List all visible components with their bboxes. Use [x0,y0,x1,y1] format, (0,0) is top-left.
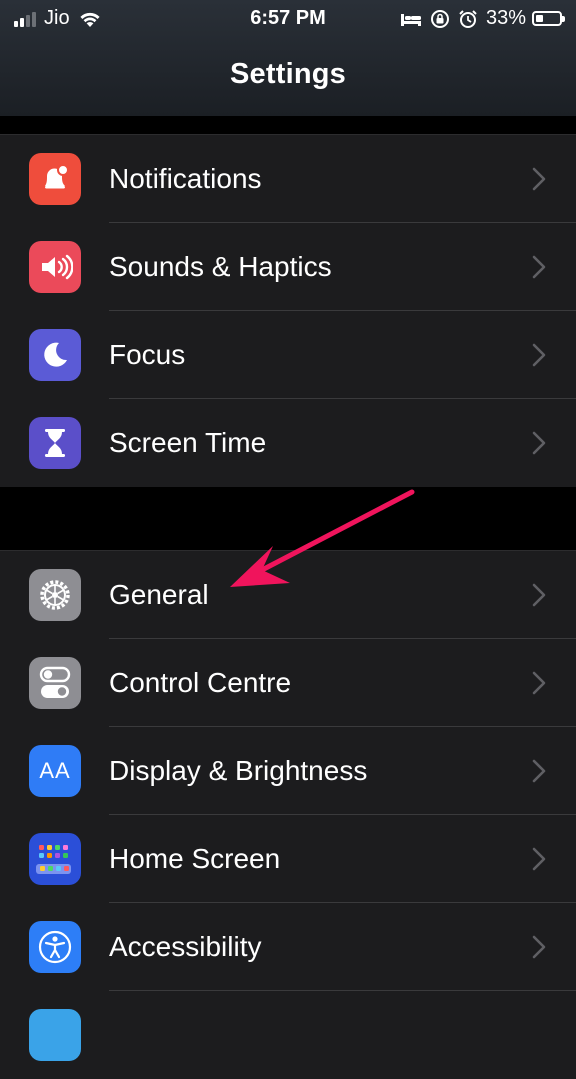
settings-row-home-screen[interactable]: Home Screen [0,815,576,903]
orientation-lock-icon [430,9,449,28]
settings-row-notifications[interactable]: Notifications [0,135,576,223]
settings-row-control-centre[interactable]: Control Centre [0,639,576,727]
settings-row-sounds-haptics[interactable]: Sounds & Haptics [0,223,576,311]
bed-icon [400,13,421,26]
battery-icon [532,11,565,26]
moon-icon [29,329,81,381]
hourglass-icon [29,417,81,469]
chevron-right-icon [532,935,546,959]
notifications-icon [29,153,81,205]
wallpaper-icon [29,1009,81,1061]
settings-row-label: Home Screen [109,843,281,874]
settings-group-2: General Control Centre AA Display & Brig… [0,550,576,1079]
page-title: Settings [230,58,346,90]
chevron-right-icon [532,167,546,191]
chevron-right-icon [532,255,546,279]
chevron-right-icon [532,847,546,871]
settings-row-focus[interactable]: Focus [0,311,576,399]
chevron-right-icon [532,759,546,783]
settings-row-partial[interactable] [0,991,576,1079]
settings-row-label: General [109,579,209,610]
text-size-icon: AA [29,745,81,797]
app-grid-icon [29,833,81,885]
accessibility-icon [29,921,81,973]
settings-row-accessibility[interactable]: Accessibility [0,903,576,991]
settings-row-label: Display & Brightness [109,755,368,786]
settings-row-label: Sounds & Haptics [109,251,332,282]
status-right: 33% [392,7,565,30]
settings-row-screen-time[interactable]: Screen Time [0,399,576,487]
chevron-right-icon [532,431,546,455]
speaker-icon [29,241,81,293]
settings-row-display-brightness[interactable]: AA Display & Brightness [0,727,576,815]
toggles-icon [29,657,81,709]
settings-row-label: Control Centre [109,667,292,698]
battery-percent: 33% [485,7,526,29]
alarm-icon [459,9,477,28]
chevron-right-icon [532,343,546,367]
chevron-right-icon [532,671,546,695]
chevron-right-icon [532,583,546,607]
settings-row-label: Focus [109,339,186,370]
gear-icon [29,569,81,621]
settings-row-label: Screen Time [109,427,267,458]
settings-row-general[interactable]: General [0,551,576,639]
text-size-glyph: AA [39,758,71,783]
settings-group-1: Notifications Sounds & Haptics Focus Scr… [0,134,576,487]
settings-row-label: Notifications [109,163,262,194]
header: Jio 6:57 PM 33% Settings [0,0,576,116]
settings-row-label: Accessibility [109,931,262,962]
status-bar: Jio 6:57 PM 33% [0,0,576,38]
